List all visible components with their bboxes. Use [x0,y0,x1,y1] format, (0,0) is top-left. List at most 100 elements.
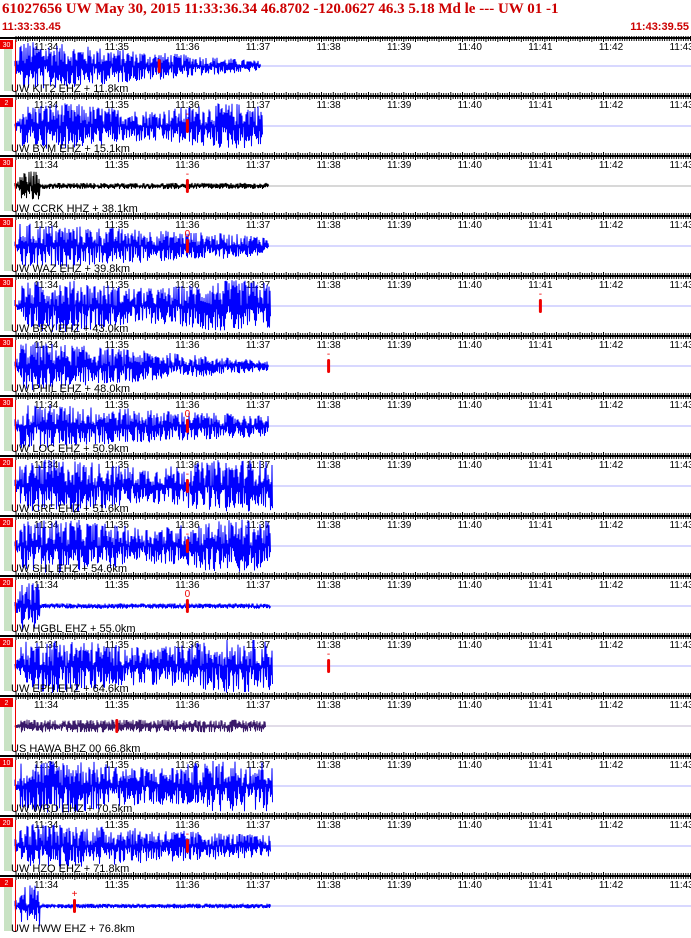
time-tick-label: 11:43 [669,580,691,591]
time-tick-label: 11:42 [599,42,624,53]
time-tick-label: 11:41 [528,820,553,831]
time-tick-label: 11:35 [105,160,130,171]
time-tick-label: 11:40 [458,220,483,231]
scale-badge-label: 10 [3,760,11,767]
pick-mark: - [186,169,189,180]
start-time-label: 11:33:33.45 [2,21,61,33]
phase-pick [185,179,189,193]
time-tick-label: 11:35 [105,100,130,111]
trace-row: 11:34 11:35 11:36 11:37 11:38 11:39 11:40 11:41… [0,452,691,515]
time-tick-label: 11:42 [599,460,624,471]
time-tick-label: 11:40 [458,520,483,531]
time-tick-label: 11:40 [458,580,483,591]
time-tick-label: 11:35 [105,42,130,53]
time-tick-label: 11:39 [387,880,412,891]
time-tick-label: 11:41 [528,340,553,351]
phase-pick [185,479,189,493]
time-tick-label: 11:38 [316,220,341,231]
time-tick-label: 11:39 [387,760,412,771]
time-tick-label: 11:35 [105,880,130,891]
time-tick-label: 11:39 [387,640,412,651]
time-tick-label: 11:34 [34,160,59,171]
time-tick-label: 11:39 [387,820,412,831]
scale-badge-label: 20 [3,820,11,827]
time-tick-label: 11:38 [316,280,341,291]
time-tick-label: 11:38 [316,160,341,171]
time-tick-label: 11:40 [458,640,483,651]
time-tick-label: 11:38 [316,100,341,111]
trace-row: 11:34 11:35 11:36 11:37 11:38 11:39 11:40 11:41… [0,92,691,155]
time-tick-label: 11:43 [669,520,691,531]
time-tick-label: 11:41 [528,400,553,411]
time-tick-label: 11:37 [246,220,271,231]
trace-row: 11:34 11:35 11:36 11:37 11:38 11:39 11:40 11:41… [0,36,691,95]
time-tick-label: 11:42 [599,400,624,411]
trace-row: 11:34 11:35 11:36 11:37 11:38 11:39 11:40 11:41… [0,872,691,935]
pick-mark: - [327,649,330,660]
time-tick-label: 11:39 [387,100,412,111]
trace-label: UW HWW EHZ + 76.8km [11,923,135,935]
time-tick-label: 11:41 [528,880,553,891]
time-tick-label: 11:43 [669,100,691,111]
time-tick-label: 11:41 [528,700,553,711]
time-tick-label: 11:42 [599,820,624,831]
time-tick-label: 11:39 [387,460,412,471]
pick-mark: 0 [185,589,191,600]
trace-row: 11:34 11:35 11:36 11:37 11:38 11:39 11:40 11:41… [0,272,691,335]
pick-mark: - [186,109,189,120]
time-tick-label: 11:38 [316,760,341,771]
time-tick-label: 11:37 [246,42,271,53]
phase-pick [185,239,189,253]
time-tick-label: 11:38 [316,700,341,711]
time-tick-label: 11:43 [669,160,691,171]
time-tick-label: 11:40 [458,400,483,411]
time-tick-label: 11:43 [669,220,691,231]
trace-row: 11:34 11:35 11:36 11:37 11:38 11:39 11:40 11:41… [0,692,691,755]
seismogram-plot: 11:34 11:35 11:36 11:37 11:38 11:39 11:40 11:41… [0,36,691,935]
scale-badge-label: 30 [3,42,11,49]
time-tick-label: 11:41 [528,760,553,771]
trace-row: 11:34 11:35 11:36 11:37 11:38 11:39 11:40 11:41… [0,572,691,635]
time-tick-label: 11:37 [246,160,271,171]
time-tick-label: 11:43 [669,460,691,471]
time-tick-label: 11:37 [246,820,271,831]
phase-pick [73,899,76,913]
time-tick-label: 11:40 [458,760,483,771]
time-tick-label: 11:37 [246,580,271,591]
time-tick-label: 11:42 [599,880,624,891]
scale-badge-label: 2 [5,100,9,107]
time-tick-label: 11:35 [105,580,130,591]
time-tick-label: 11:43 [669,820,691,831]
phase-pick [327,659,331,673]
time-tick-label: 11:43 [669,400,691,411]
pick-mark: + [72,889,78,900]
time-tick-label: 11:35 [105,220,130,231]
pick-mark: - [186,829,189,840]
pick-mark: - [186,529,189,540]
time-tick-label: 11:37 [246,700,271,711]
trace-row: 11:34 11:35 11:36 11:37 11:38 11:39 11:40 11:41… [0,512,691,575]
event-title: 61027656 UW May 30, 2015 11:33:36.34 46.… [2,1,559,17]
scale-badge-label: 30 [3,400,11,407]
time-tick-label: 11:40 [458,340,483,351]
time-tick-label: 11:40 [458,100,483,111]
pick-mark: - [327,349,330,360]
time-tick-label: 11:41 [528,220,553,231]
time-tick-label: 11:36 [175,340,200,351]
time-tick-label: 11:36 [175,700,200,711]
phase-pick [185,419,189,433]
time-tick-label: 11:34 [34,880,59,891]
pick-mark: 0 [185,409,191,420]
time-tick-label: 11:40 [458,460,483,471]
time-tick-label: 11:38 [316,580,341,591]
time-tick-label: 11:36 [175,880,200,891]
time-tick-label: 11:42 [599,220,624,231]
time-tick-label: 11:38 [316,520,341,531]
time-tick-label: 11:39 [387,160,412,171]
time-tick-label: 11:43 [669,280,691,291]
phase-pick [185,539,189,553]
pick-mark: - [539,289,542,300]
scale-badge-label: 20 [3,580,11,587]
time-tick-label: 11:35 [105,640,130,651]
time-tick-label: 11:39 [387,340,412,351]
